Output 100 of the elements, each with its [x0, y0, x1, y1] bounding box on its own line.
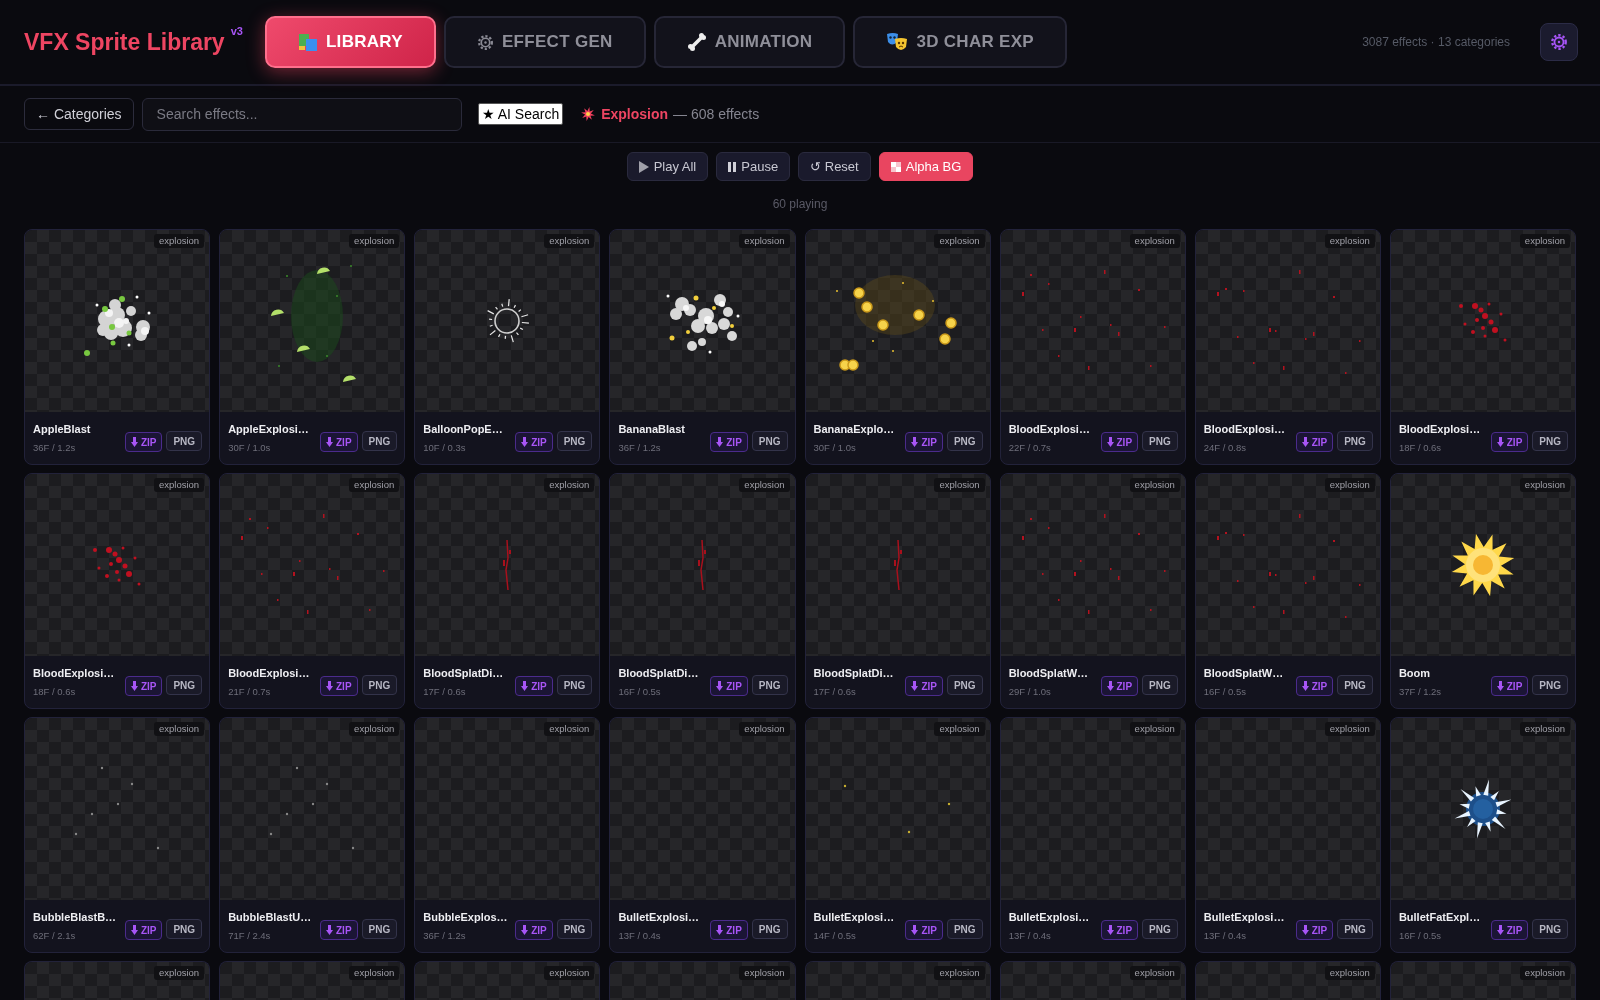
zip-download-button[interactable]: ZIP: [515, 432, 553, 452]
frame-info: 16F / 0.5s: [1203, 686, 1247, 697]
frame-info: 24F / 0.8s: [1203, 442, 1247, 453]
back-button[interactable]: ← Categories: [24, 98, 134, 130]
search-field[interactable]: Search effects...: [141, 97, 462, 131]
nav-tab[interactable]: LIBRARY: [264, 16, 436, 68]
download-icon: [911, 437, 919, 447]
frame-info: 22F / 0.7s: [1008, 442, 1052, 453]
alpha-background-toggle[interactable]: Alpha BG: [878, 152, 974, 181]
png-download-button[interactable]: PNG: [166, 919, 203, 939]
png-download-button[interactable]: PNG: [1532, 431, 1568, 451]
category-tag: explosion: [1519, 722, 1570, 736]
category-tag: explosion: [739, 478, 790, 492]
png-download-button[interactable]: PNG: [946, 919, 983, 939]
frame-info: 36F / 1.2s: [423, 930, 467, 941]
png-download-button[interactable]: PNG: [166, 675, 203, 695]
frame-info: 62F / 2.1s: [33, 930, 77, 941]
png-download-button[interactable]: PNG: [361, 431, 398, 451]
zip-download-button[interactable]: ZIP: [515, 676, 553, 696]
download-icon: [326, 437, 333, 447]
png-download-button[interactable]: PNG: [946, 431, 983, 451]
zip-download-button[interactable]: ZIP: [320, 676, 358, 696]
effect-name: BalloonPopE…: [423, 423, 504, 436]
png-download-button[interactable]: PNG: [556, 675, 593, 695]
download-icon: [1301, 925, 1309, 935]
png-download-button[interactable]: PNG: [361, 675, 398, 695]
frame-info: 14F / 0.5s: [813, 930, 857, 941]
png-download-button[interactable]: PNG: [556, 919, 593, 939]
nav-tab[interactable]: 3D CHAR EXP: [853, 16, 1067, 68]
zip-download-button[interactable]: ZIP: [1100, 920, 1139, 940]
category-tag: explosion: [349, 234, 400, 248]
zip-download-button[interactable]: ZIP: [905, 920, 943, 940]
png-download-button[interactable]: PNG: [1532, 675, 1568, 695]
nav-tab[interactable]: ANIMATION: [653, 16, 846, 68]
pause-icon: [728, 161, 737, 172]
category-tag: explosion: [934, 966, 985, 980]
download-icon: [1301, 681, 1309, 691]
png-download-button[interactable]: PNG: [166, 431, 203, 451]
png-download-button[interactable]: PNG: [556, 431, 593, 451]
png-download-button[interactable]: PNG: [751, 431, 788, 451]
png-download-button[interactable]: PNG: [1337, 919, 1373, 939]
effect-name: BubbleBlastU…: [228, 911, 313, 924]
png-download-button[interactable]: PNG: [751, 919, 788, 939]
category-tag: explosion: [349, 478, 400, 492]
zip-download-button[interactable]: ZIP: [124, 920, 163, 940]
frame-info: 16F / 0.5s: [618, 686, 662, 697]
effect-name: BananaBlast: [618, 423, 686, 436]
png-download-button[interactable]: PNG: [1142, 919, 1178, 939]
effect-name: BloodExplosi…: [1203, 423, 1287, 436]
effect-name: BloodExplosi…: [33, 667, 116, 680]
frame-info: 71F / 2.4s: [228, 930, 272, 941]
download-icon: [1106, 925, 1114, 935]
png-download-button[interactable]: PNG: [1532, 919, 1568, 939]
zip-download-button[interactable]: ZIP: [320, 920, 358, 940]
frame-info: 17F / 0.6s: [423, 686, 467, 697]
png-download-button[interactable]: PNG: [1337, 431, 1373, 451]
reset-button[interactable]: ↺ Reset: [798, 152, 871, 181]
zip-download-button[interactable]: ZIP: [1295, 920, 1334, 940]
zip-download-button[interactable]: ZIP: [710, 920, 748, 940]
frame-info: 16F / 0.5s: [1398, 930, 1443, 941]
png-download-button[interactable]: PNG: [751, 675, 788, 695]
png-download-button[interactable]: PNG: [946, 675, 983, 695]
ai-search-button[interactable]: ★ AI Search: [477, 103, 564, 125]
zip-download-button[interactable]: ZIP: [710, 676, 748, 696]
zip-download-button[interactable]: ZIP: [124, 432, 163, 452]
category-tag: explosion: [154, 478, 205, 492]
zip-download-button[interactable]: ZIP: [905, 432, 943, 452]
zip-download-button[interactable]: ZIP: [1295, 676, 1334, 696]
zip-download-button[interactable]: ZIP: [1100, 676, 1139, 696]
category-tag: explosion: [1129, 478, 1180, 492]
zip-download-button[interactable]: ZIP: [124, 676, 163, 696]
category-tag: explosion: [739, 722, 790, 736]
png-download-button[interactable]: PNG: [1142, 431, 1178, 451]
zip-download-button[interactable]: ZIP: [1100, 432, 1139, 452]
settings-button[interactable]: [1540, 23, 1578, 61]
nav-tab[interactable]: EFFECT GEN: [443, 16, 646, 68]
zip-download-button[interactable]: ZIP: [515, 920, 553, 940]
zip-download-button[interactable]: ZIP: [905, 676, 943, 696]
zip-download-button[interactable]: ZIP: [1490, 920, 1529, 940]
download-icon: [1106, 437, 1114, 447]
png-download-button[interactable]: PNG: [1337, 675, 1373, 695]
category-tag: explosion: [739, 966, 790, 980]
category-tag: explosion: [544, 478, 595, 492]
play-all-button[interactable]: Play All: [626, 152, 709, 181]
zip-download-button[interactable]: ZIP: [1490, 676, 1529, 696]
pause-button[interactable]: Pause: [716, 152, 791, 181]
version-label: v3: [230, 25, 243, 37]
zip-download-button[interactable]: ZIP: [320, 432, 358, 452]
zip-download-button[interactable]: ZIP: [710, 432, 748, 452]
effect-name: BulletExplosi…: [1008, 911, 1091, 924]
app-title: VFX Sprite Library: [24, 30, 225, 54]
blood-streak-drawing: [892, 540, 903, 590]
png-download-button[interactable]: PNG: [1142, 675, 1178, 695]
zip-download-button[interactable]: ZIP: [1490, 432, 1529, 452]
download-icon: [716, 925, 724, 935]
zip-download-button[interactable]: ZIP: [1295, 432, 1334, 452]
category-tag: explosion: [1129, 234, 1180, 248]
effect-name: BloodExplosi…: [1008, 423, 1091, 436]
png-download-button[interactable]: PNG: [361, 919, 398, 939]
effect-count: — 608 effects: [673, 104, 760, 124]
